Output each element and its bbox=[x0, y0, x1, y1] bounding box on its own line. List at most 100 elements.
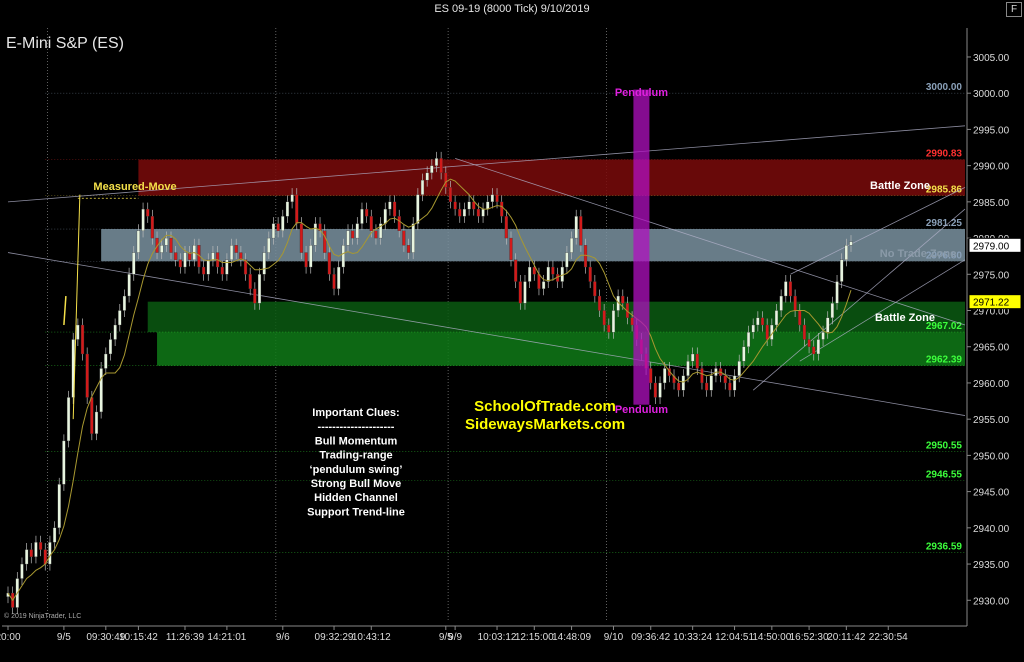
candle bbox=[788, 281, 793, 297]
candle bbox=[840, 259, 844, 282]
zone-support-lower bbox=[157, 332, 965, 366]
candle bbox=[630, 317, 634, 326]
price-tag-label: 2971.22 bbox=[973, 298, 1010, 309]
candle bbox=[281, 216, 285, 231]
candle bbox=[467, 201, 471, 210]
candle bbox=[686, 361, 690, 376]
candle bbox=[66, 397, 71, 442]
candle bbox=[341, 245, 345, 268]
clue-line: --------------------- bbox=[318, 421, 395, 433]
brand-line-2: SidewaysMarkets.com bbox=[465, 416, 625, 433]
candle bbox=[52, 527, 57, 543]
candle bbox=[262, 252, 266, 275]
y-tick-label: 2985.00 bbox=[973, 198, 1010, 209]
candle bbox=[304, 252, 308, 268]
x-tick-label: 10:15:42 bbox=[119, 632, 158, 643]
price-chart[interactable]: 3000.002990.832985.862981.252976.802967.… bbox=[0, 18, 1024, 662]
no-trade-zone-label: No Trade Zone bbox=[880, 248, 956, 260]
candle bbox=[593, 281, 597, 297]
y-tick-label: 2995.00 bbox=[973, 125, 1010, 136]
candle bbox=[583, 245, 588, 268]
battle-zone-lower-label: Battle Zone bbox=[875, 312, 935, 324]
level-label: 2946.55 bbox=[926, 469, 963, 480]
candle bbox=[611, 310, 616, 333]
candle bbox=[579, 216, 583, 246]
candle bbox=[80, 324, 85, 355]
y-tick-label: 2960.00 bbox=[973, 379, 1010, 390]
candle bbox=[178, 259, 182, 268]
candle bbox=[346, 230, 350, 246]
candle bbox=[812, 346, 816, 355]
candle bbox=[99, 368, 103, 413]
x-tick-label: 10:33:24 bbox=[673, 632, 712, 643]
candle bbox=[732, 375, 737, 391]
candle bbox=[337, 266, 341, 289]
candle bbox=[542, 281, 546, 289]
candle bbox=[425, 172, 429, 181]
candle bbox=[62, 440, 66, 485]
candle bbox=[332, 274, 336, 289]
x-tick-label: 9/5 bbox=[57, 632, 71, 643]
x-tick-label: 12:04:51 bbox=[715, 632, 754, 643]
candle bbox=[257, 274, 262, 304]
candle bbox=[295, 194, 299, 224]
x-tick-label: 11:26:39 bbox=[166, 632, 205, 643]
price-tag-label: 2979.00 bbox=[973, 241, 1010, 252]
y-tick-label: 3000.00 bbox=[973, 89, 1010, 100]
candle bbox=[481, 208, 485, 217]
level-label: 2962.39 bbox=[926, 355, 963, 366]
level-label: 2950.55 bbox=[926, 440, 963, 451]
pendulum-bottom-label: Pendulum bbox=[615, 404, 668, 416]
level-label: 3000.00 bbox=[926, 82, 963, 93]
candle bbox=[351, 230, 355, 239]
clue-line: Hidden Channel bbox=[314, 492, 398, 504]
candle bbox=[220, 266, 224, 275]
candle bbox=[551, 266, 555, 275]
candle bbox=[597, 295, 602, 311]
candle bbox=[164, 237, 168, 246]
candle bbox=[793, 295, 797, 311]
candle bbox=[360, 208, 364, 224]
pendulum-layer bbox=[633, 89, 650, 405]
y-tick-label: 3005.00 bbox=[973, 53, 1010, 64]
candle bbox=[462, 208, 467, 217]
candle bbox=[299, 223, 304, 253]
candle bbox=[826, 317, 830, 333]
brand-line-1: SchoolOfTrade.com bbox=[474, 398, 616, 415]
x-tick-label: 14:50:00 bbox=[752, 632, 791, 643]
candle bbox=[90, 397, 94, 434]
candle bbox=[607, 324, 611, 333]
candle bbox=[141, 208, 145, 231]
candle bbox=[313, 223, 317, 246]
candle bbox=[34, 542, 38, 557]
candle bbox=[737, 361, 741, 376]
x-tick-label: 22:30:54 bbox=[869, 632, 908, 643]
candle bbox=[285, 201, 290, 217]
candle bbox=[169, 237, 173, 253]
candle bbox=[514, 259, 518, 282]
candle bbox=[695, 353, 699, 369]
candle bbox=[39, 542, 43, 550]
candle bbox=[700, 368, 704, 384]
candle bbox=[309, 245, 313, 268]
candle bbox=[705, 382, 709, 391]
float-toggle-button[interactable]: F bbox=[1006, 2, 1022, 17]
window-title: ES 09-19 (8000 Tick) 9/10/2019 bbox=[434, 3, 590, 15]
candle bbox=[849, 241, 853, 246]
candle bbox=[486, 201, 490, 210]
candle bbox=[500, 201, 504, 217]
y-tick-label: 2990.00 bbox=[973, 162, 1010, 173]
candle bbox=[537, 274, 541, 289]
candle bbox=[136, 230, 141, 253]
candle bbox=[742, 346, 746, 362]
candle bbox=[565, 252, 569, 268]
candle bbox=[206, 259, 210, 275]
candle bbox=[430, 165, 434, 174]
candle bbox=[57, 484, 61, 528]
candle bbox=[774, 310, 779, 326]
y-tick-label: 2975.00 bbox=[973, 270, 1010, 281]
candle bbox=[202, 266, 206, 275]
candle bbox=[472, 201, 476, 210]
x-tick-label: 10:03:12 bbox=[478, 632, 517, 643]
x-tick-label: 09:32:29 bbox=[315, 632, 354, 643]
